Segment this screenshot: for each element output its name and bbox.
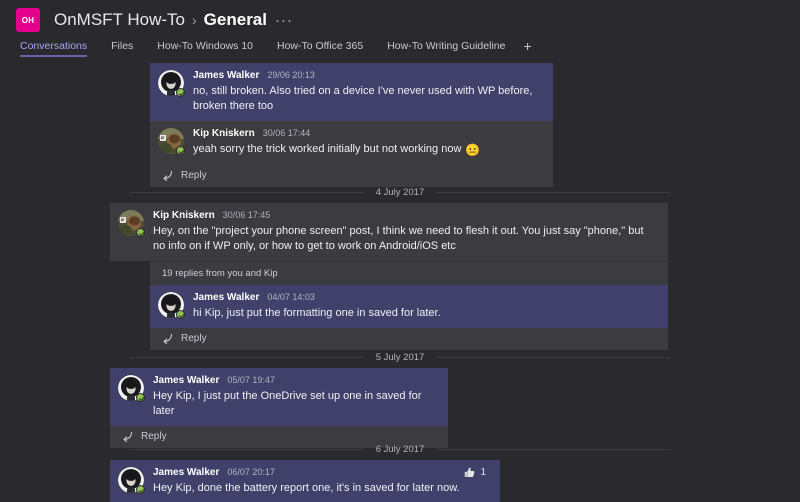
channel-header: OH OnMSFT How-To › General ··· [0,0,800,40]
breadcrumb-channel-name[interactable]: General [204,10,267,30]
avatar [158,128,185,155]
message-author: James Walker [193,70,260,81]
avatar [118,467,145,494]
message-timestamp: 06/07 20:17 [227,467,275,477]
channel-more-options-icon[interactable]: ··· [275,13,293,28]
message-row[interactable]: James Walker 29/06 20:13 no, still broke… [150,63,553,121]
thread-2: 4 July 2017 Kip Kniskern 30/06 17:45 Hey… [0,181,800,350]
reply-arrow-icon [160,170,173,181]
message-author: Kip Kniskern [193,128,255,139]
team-avatar[interactable]: OH [16,8,40,32]
conversation-list[interactable]: James Walker 29/06 20:13 no, still broke… [0,63,800,502]
reply-label: Reply [181,333,207,344]
message-meta: Kip Kniskern 30/06 17:45 [153,209,658,222]
presence-indicator-available [176,88,185,97]
message-body: Kip Kniskern 30/06 17:45 Hey, on the "pr… [153,209,658,254]
message-text: Hey Kip, done the battery report one, it… [153,482,460,494]
date-divider-label: 6 July 2017 [375,443,425,455]
reply-arrow-icon [160,333,173,344]
message-text: no, still broken. Also tried on a device… [193,85,533,112]
message-meta: James Walker 06/07 20:17 [153,466,490,479]
tab-how-to-windows-10[interactable]: How-To Windows 10 [157,40,253,57]
channel-tabs: Conversations Files How-To Windows 10 Ho… [0,39,800,63]
avatar [158,70,185,97]
presence-indicator-available [176,146,185,155]
thread-replies-summary[interactable]: 19 replies from you and Kip [150,261,668,285]
message-body: James Walker 05/07 19:47 Hey Kip, I just… [153,374,438,419]
message-meta: Kip Kniskern 30/06 17:44 [193,127,543,140]
message-row[interactable]: James Walker 05/07 19:47 Hey Kip, I just… [110,368,448,426]
divider-line-right [436,448,670,450]
date-divider-label: 5 July 2017 [375,351,425,363]
neutral-face-emoji-icon: 😐 [465,143,481,157]
date-divider: 5 July 2017 [0,346,800,368]
message-row[interactable]: Kip Kniskern 30/06 17:44 yeah sorry the … [150,121,553,165]
divider-line-left [130,448,364,450]
breadcrumb-separator-icon: › [192,12,197,28]
message-body: Kip Kniskern 30/06 17:44 yeah sorry the … [193,127,543,158]
reaction-count: 1 [480,467,486,478]
message-text: Hey, on the "project your phone screen" … [153,225,644,252]
message-row-root[interactable]: Kip Kniskern 30/06 17:45 Hey, on the "pr… [110,203,668,261]
avatar [158,292,185,319]
thread-3-content: James Walker 05/07 19:47 Hey Kip, I just… [110,368,448,448]
thumbs-up-icon[interactable] [463,466,476,479]
message-author: James Walker [153,467,220,478]
message-timestamp: 05/07 19:47 [227,375,275,385]
date-divider-label: 4 July 2017 [375,186,425,198]
presence-indicator-available [136,393,145,402]
message-text-content: yeah sorry the trick worked initially bu… [193,143,462,155]
thread-replies-summary-label: 19 replies from you and Kip [162,268,278,279]
reply-label: Reply [181,170,207,181]
breadcrumb-team-name[interactable]: OnMSFT How-To [54,10,185,30]
message-author: James Walker [193,292,260,303]
date-divider: 6 July 2017 [0,438,800,460]
tab-how-to-office-365[interactable]: How-To Office 365 [277,40,363,57]
add-tab-icon[interactable]: + [523,39,531,53]
breadcrumb: OnMSFT How-To › General ··· [54,10,293,30]
message-body: James Walker 29/06 20:13 no, still broke… [193,69,543,114]
divider-line-right [436,191,670,193]
thread-2-content: Kip Kniskern 30/06 17:45 Hey, on the "pr… [110,203,668,350]
thread-2-replies: James Walker 04/07 14:03 hi Kip, just pu… [150,285,668,350]
message-timestamp: 30/06 17:44 [262,128,311,138]
thread-3: 5 July 2017 James Walker 05/07 19:47 Hey… [0,346,800,448]
message-text: hi Kip, just put the formatting one in s… [193,307,441,319]
message-timestamp: 30/06 17:45 [222,210,271,220]
tab-files[interactable]: Files [111,40,133,57]
message-timestamp: 04/07 14:03 [267,292,315,302]
message-timestamp: 29/06 20:13 [267,70,315,80]
message-author: Kip Kniskern [153,210,215,221]
avatar [118,375,145,402]
divider-line-left [130,191,364,193]
message-body: James Walker 04/07 14:03 hi Kip, just pu… [193,291,658,321]
tab-conversations[interactable]: Conversations [20,40,88,57]
thread-4-content: James Walker 06/07 20:17 Hey Kip, done t… [110,460,500,502]
presence-indicator-available [136,485,145,494]
message-reactions[interactable]: 1 [463,466,486,479]
thread-1: James Walker 29/06 20:13 no, still broke… [150,63,553,187]
message-text: yeah sorry the trick worked initially bu… [193,142,543,158]
divider-line-left [130,356,364,358]
message-row[interactable]: James Walker 06/07 20:17 Hey Kip, done t… [110,460,500,502]
message-meta: James Walker 04/07 14:03 [193,291,658,304]
presence-indicator-available [176,310,185,319]
message-text: Hey Kip, I just put the OneDrive set up … [153,390,422,417]
thread-4: 6 July 2017 James Walker 06/07 20:17 Hey… [0,438,800,502]
message-meta: James Walker 05/07 19:47 [153,374,438,387]
message-author: James Walker [153,375,220,386]
message-body: James Walker 06/07 20:17 Hey Kip, done t… [153,466,490,496]
avatar [118,210,145,237]
presence-indicator-available [136,228,145,237]
divider-line-right [436,356,670,358]
message-meta: James Walker 29/06 20:13 [193,69,543,82]
message-row[interactable]: James Walker 04/07 14:03 hi Kip, just pu… [150,285,668,328]
tab-how-to-writing-guideline[interactable]: How-To Writing Guideline [387,40,505,57]
date-divider: 4 July 2017 [0,181,800,203]
